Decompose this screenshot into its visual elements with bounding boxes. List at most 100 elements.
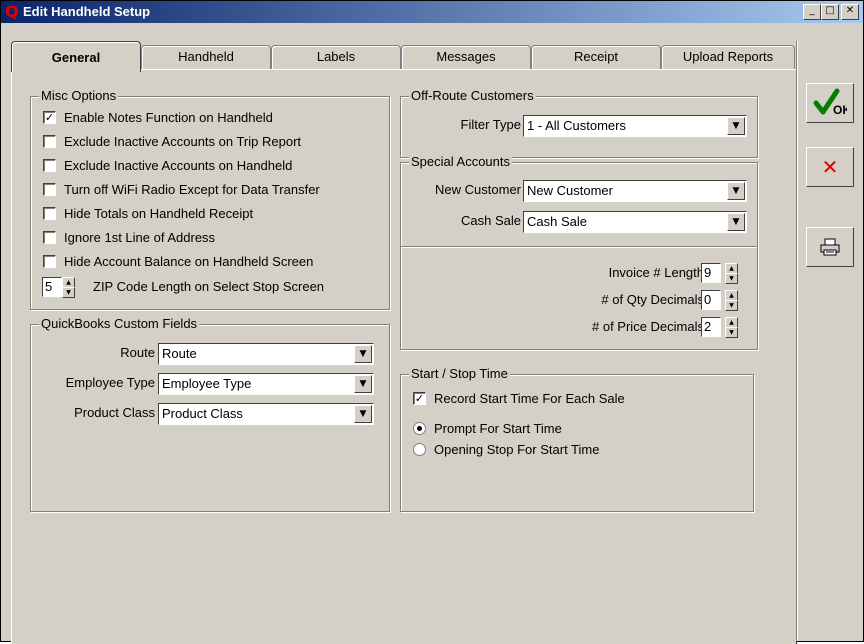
radio-prompt-start-time[interactable]: Prompt For Start Time bbox=[413, 421, 562, 436]
tab-messages[interactable]: Messages bbox=[401, 45, 531, 70]
checkbox-hide-balance[interactable]: Hide Account Balance on Handheld Screen bbox=[43, 254, 313, 269]
window-controls: _ □ ✕ bbox=[803, 4, 859, 20]
chevron-down-icon[interactable]: ▼ bbox=[354, 405, 372, 423]
route-value: Route bbox=[162, 346, 197, 361]
spinner-buttons: ▲ ▼ bbox=[62, 277, 75, 298]
tab-upload-reports[interactable]: Upload Reports bbox=[661, 45, 795, 70]
invoice-length-label: Invoice # Length bbox=[608, 265, 704, 280]
print-button[interactable] bbox=[806, 227, 854, 267]
product-class-select[interactable]: Product Class ▼ bbox=[158, 403, 374, 425]
spin-down-icon[interactable]: ▼ bbox=[62, 287, 75, 298]
spinner-buttons: ▲ ▼ bbox=[725, 317, 738, 338]
start-stop-time-group: Start / Stop Time ✓ Record Start Time Fo… bbox=[400, 366, 754, 512]
checkbox-label: Record Start Time For Each Sale bbox=[434, 391, 625, 406]
qty-decimals-spinner[interactable]: 0 ▲ ▼ bbox=[701, 290, 738, 311]
quickbooks-fields-title: QuickBooks Custom Fields bbox=[39, 316, 200, 331]
special-accounts-title: Special Accounts bbox=[409, 154, 513, 169]
spinner-buttons: ▲ ▼ bbox=[725, 290, 738, 311]
maximize-icon[interactable]: □ bbox=[821, 4, 839, 20]
checkbox-icon[interactable] bbox=[43, 231, 56, 244]
chevron-down-icon[interactable]: ▼ bbox=[727, 117, 745, 135]
zip-length-spinner[interactable]: 5 ▲ ▼ bbox=[42, 277, 76, 298]
zip-length-value[interactable]: 5 bbox=[42, 277, 62, 297]
new-customer-select[interactable]: New Customer ▼ bbox=[523, 180, 747, 202]
checkbox-icon[interactable] bbox=[43, 159, 56, 172]
radio-selected-icon[interactable] bbox=[413, 422, 426, 435]
ok-label: OK bbox=[833, 103, 847, 117]
checkbox-exclude-inactive-trip[interactable]: Exclude Inactive Accounts on Trip Report bbox=[43, 134, 301, 149]
price-decimals-value[interactable]: 2 bbox=[701, 317, 721, 337]
general-tab-panel: Misc Options ✓ Enable Notes Function on … bbox=[11, 69, 797, 644]
window-title: Edit Handheld Setup bbox=[23, 4, 151, 19]
checkbox-hide-totals[interactable]: Hide Totals on Handheld Receipt bbox=[43, 206, 253, 221]
close-icon[interactable]: ✕ bbox=[841, 4, 859, 20]
spin-down-icon[interactable]: ▼ bbox=[725, 300, 738, 311]
price-decimals-spinner[interactable]: 2 ▲ ▼ bbox=[701, 317, 738, 338]
tab-strip: General Handheld Labels Messages Receipt… bbox=[11, 41, 795, 72]
radio-opening-stop[interactable]: Opening Stop For Start Time bbox=[413, 442, 599, 457]
off-route-customers-group: Off-Route Customers Filter Type 1 - All … bbox=[400, 88, 758, 158]
employee-type-value: Employee Type bbox=[162, 376, 252, 391]
radio-icon[interactable] bbox=[413, 443, 426, 456]
product-class-label: Product Class bbox=[74, 405, 155, 420]
qty-decimals-value[interactable]: 0 bbox=[701, 290, 721, 310]
checkbox-checked-icon[interactable]: ✓ bbox=[43, 111, 56, 124]
chevron-down-icon[interactable]: ▼ bbox=[354, 375, 372, 393]
checkbox-label: Exclude Inactive Accounts on Trip Report bbox=[64, 134, 302, 149]
checkbox-enable-notes[interactable]: ✓ Enable Notes Function on Handheld bbox=[43, 110, 273, 125]
checkbox-label: Hide Totals on Handheld Receipt bbox=[64, 206, 254, 221]
tab-receipt[interactable]: Receipt bbox=[531, 45, 661, 70]
special-accounts-group: Special Accounts New Customer New Custom… bbox=[400, 154, 758, 350]
spin-down-icon[interactable]: ▼ bbox=[725, 327, 738, 338]
cash-sale-select[interactable]: Cash Sale ▼ bbox=[523, 211, 747, 233]
checkbox-record-start-time[interactable]: ✓ Record Start Time For Each Sale bbox=[413, 391, 625, 406]
checkbox-exclude-inactive-handheld[interactable]: Exclude Inactive Accounts on Handheld bbox=[43, 158, 292, 173]
chevron-down-icon[interactable]: ▼ bbox=[727, 182, 745, 200]
radio-label: Opening Stop For Start Time bbox=[434, 442, 600, 457]
employee-type-select[interactable]: Employee Type ▼ bbox=[158, 373, 374, 395]
printer-icon bbox=[820, 238, 840, 256]
checkbox-icon[interactable] bbox=[43, 255, 56, 268]
invoice-length-spinner[interactable]: 9 ▲ ▼ bbox=[701, 263, 738, 284]
qty-decimals-label: # of Qty Decimals bbox=[601, 292, 704, 307]
quickbooks-custom-fields-group: QuickBooks Custom Fields Route Route ▼ E… bbox=[30, 316, 390, 512]
new-customer-label: New Customer bbox=[435, 182, 521, 197]
ok-button[interactable]: OK bbox=[806, 83, 854, 123]
spin-down-icon[interactable]: ▼ bbox=[725, 273, 738, 284]
filter-type-select[interactable]: 1 - All Customers ▼ bbox=[523, 115, 747, 137]
new-customer-value: New Customer bbox=[527, 183, 613, 198]
product-class-value: Product Class bbox=[162, 406, 243, 421]
misc-options-title: Misc Options bbox=[39, 88, 119, 103]
off-route-title: Off-Route Customers bbox=[409, 88, 536, 103]
side-separator bbox=[796, 41, 798, 641]
chevron-down-icon[interactable]: ▼ bbox=[354, 345, 372, 363]
tab-labels[interactable]: Labels bbox=[271, 45, 401, 70]
checkbox-wifi-off[interactable]: Turn off WiFi Radio Except for Data Tran… bbox=[43, 182, 320, 197]
start-stop-title: Start / Stop Time bbox=[409, 366, 510, 381]
tab-general[interactable]: General bbox=[11, 41, 141, 72]
misc-options-group: Misc Options ✓ Enable Notes Function on … bbox=[30, 88, 390, 310]
checkbox-label: Hide Account Balance on Handheld Screen bbox=[64, 254, 314, 269]
cash-sale-label: Cash Sale bbox=[461, 213, 521, 228]
filter-type-label: Filter Type bbox=[460, 117, 521, 132]
checkbox-icon[interactable] bbox=[43, 207, 56, 220]
cash-sale-value: Cash Sale bbox=[527, 214, 587, 229]
tab-handheld[interactable]: Handheld bbox=[141, 45, 271, 70]
employee-type-label: Employee Type bbox=[65, 375, 155, 390]
radio-label: Prompt For Start Time bbox=[434, 421, 562, 436]
checkbox-icon[interactable] bbox=[43, 135, 56, 148]
checkbox-label: Ignore 1st Line of Address bbox=[64, 230, 216, 245]
checkbox-checked-icon[interactable]: ✓ bbox=[413, 392, 426, 405]
checkbox-label: Enable Notes Function on Handheld bbox=[64, 110, 273, 125]
route-select[interactable]: Route ▼ bbox=[158, 343, 374, 365]
checkbox-icon[interactable] bbox=[43, 183, 56, 196]
minimize-icon[interactable]: _ bbox=[803, 4, 821, 20]
app-logo-icon: Q bbox=[5, 2, 19, 21]
invoice-length-value[interactable]: 9 bbox=[701, 263, 721, 283]
checkbox-ignore-address-line[interactable]: Ignore 1st Line of Address bbox=[43, 230, 215, 245]
checkbox-label: Turn off WiFi Radio Except for Data Tran… bbox=[64, 182, 320, 197]
edit-handheld-setup-window: Q Edit Handheld Setup _ □ ✕ General Hand… bbox=[0, 0, 864, 644]
cancel-button[interactable]: ✕ bbox=[806, 147, 854, 187]
title-bar[interactable]: Q Edit Handheld Setup bbox=[1, 1, 863, 23]
chevron-down-icon[interactable]: ▼ bbox=[727, 213, 745, 231]
